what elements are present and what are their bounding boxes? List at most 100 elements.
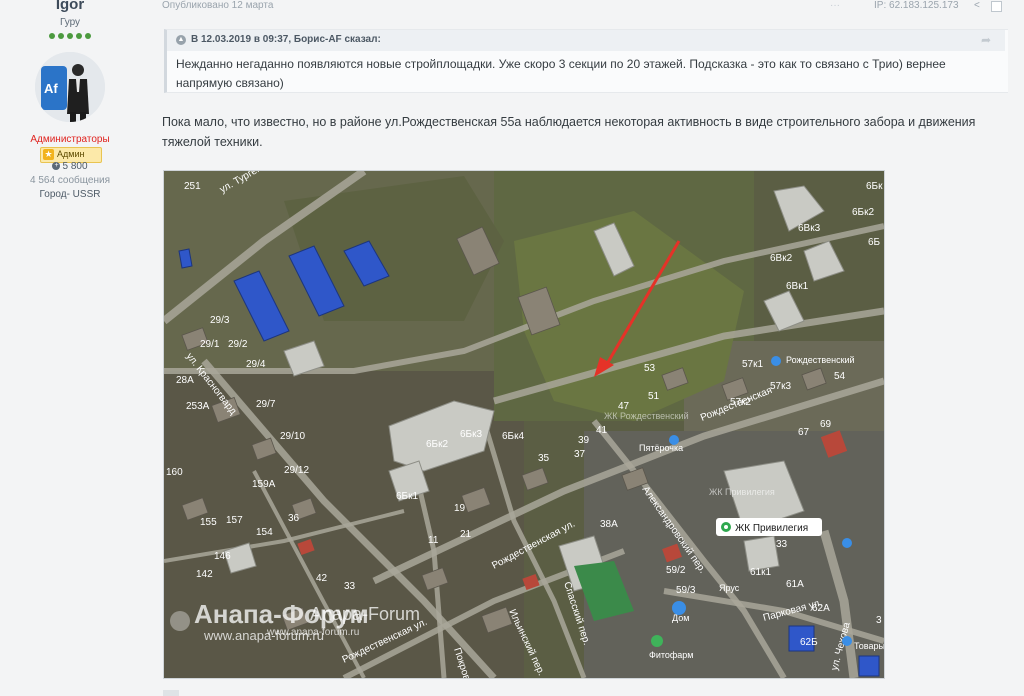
house-number: 36 xyxy=(288,513,300,524)
house-number: 39 xyxy=(578,435,590,446)
house-number: 57к1 xyxy=(742,359,763,370)
author-city: Город- USSR xyxy=(39,189,101,200)
author-rank: Гуру xyxy=(59,17,81,28)
house-number: 29/4 xyxy=(246,359,266,370)
house-number: 41 xyxy=(596,425,608,436)
poi-label: ЖК Рождественский xyxy=(604,411,689,421)
poi-label: Пятёрочка xyxy=(639,443,683,453)
report-button[interactable]: ··· xyxy=(830,0,840,11)
house-number: 253А xyxy=(186,401,210,412)
poi-label: Рождественский xyxy=(786,355,855,365)
house-number: 33 xyxy=(776,539,788,550)
map-pin-icon xyxy=(651,635,663,647)
admin-badge-label: Админ xyxy=(57,149,85,159)
watermark-subtitle: Anapa-Forum xyxy=(310,604,420,624)
author-group: Администраторы xyxy=(30,134,110,145)
chevron-up-icon[interactable]: ▲ xyxy=(176,35,186,45)
select-post-checkbox[interactable] xyxy=(991,1,1002,12)
reputation-value: 5 800 xyxy=(62,161,88,172)
next-content-stub xyxy=(163,690,179,696)
watermark-url: www.anapa-forum.ru xyxy=(266,627,359,638)
rank-pip xyxy=(67,33,73,39)
house-number: 154 xyxy=(256,527,273,538)
avatar[interactable]: Af xyxy=(35,52,105,122)
house-number: 28А xyxy=(176,375,194,386)
house-number: 57к3 xyxy=(770,381,791,392)
house-number: 69 xyxy=(820,419,832,430)
plus-icon: + xyxy=(52,162,61,171)
house-number: 61к1 xyxy=(750,567,771,578)
house-number: 157 xyxy=(226,515,243,526)
house-number: 6Вк3 xyxy=(798,223,821,234)
house-number: 6Бк4 xyxy=(502,431,524,442)
quote-header: ▲ В 12.03.2019 в 09:37, Борис-AF сказал:… xyxy=(167,30,1005,51)
house-number: 11 xyxy=(428,535,439,546)
avatar-logo-text: Af xyxy=(44,81,58,96)
house-number: 146 xyxy=(214,551,231,562)
house-number: 57к2 xyxy=(730,397,751,408)
post-date[interactable]: Опубликовано 12 марта xyxy=(162,0,273,11)
house-number: 159А xyxy=(252,479,276,490)
house-number: 21 xyxy=(460,529,472,540)
house-number: 38А xyxy=(600,519,618,530)
house-number: 35 xyxy=(538,453,550,464)
goto-post-icon[interactable]: ➦ xyxy=(981,33,991,47)
poi-label: Фитофарм xyxy=(649,650,694,660)
house-number: 29/3 xyxy=(210,315,230,326)
house-number: 33 xyxy=(344,581,356,592)
house-number: 6Вк2 xyxy=(770,253,793,264)
post-body: Пока мало, что известно, но в районе ул.… xyxy=(162,115,976,149)
house-number: 54 xyxy=(834,371,846,382)
star-icon: ★ xyxy=(43,149,54,160)
house-number: 3 xyxy=(876,615,882,626)
house-number: 6Бк3 xyxy=(460,429,482,440)
house-number: 6Б xyxy=(868,237,881,248)
quote-text: Нежданно негаданно появляются новые стро… xyxy=(176,57,946,90)
satellite-map-image[interactable]: ул. Тургене ул. Красногвард Рождественск… xyxy=(163,170,885,679)
house-number: 47 xyxy=(618,401,630,412)
house-number: 67 xyxy=(798,427,810,438)
quote-citation[interactable]: В 12.03.2019 в 09:37, Борис-AF сказал: xyxy=(191,34,381,45)
house-number: 6Бк2 xyxy=(852,207,874,218)
house-number: 29/10 xyxy=(280,431,305,442)
house-number: 6Бк xyxy=(866,181,883,192)
house-number: 62Б xyxy=(800,637,818,648)
author-panel: Igor Гуру Af Администраторы ★ Админ +5 8… xyxy=(0,0,140,696)
rank-pip xyxy=(49,33,55,39)
house-number: 142 xyxy=(196,569,213,580)
house-number: 6Бк2 xyxy=(426,439,448,450)
house-number: 62А xyxy=(812,603,830,614)
map-pin-icon xyxy=(672,601,686,615)
poi-label: ЖК Привилегия xyxy=(709,487,775,497)
house-number: 155 xyxy=(200,517,217,528)
house-number: 6Вк1 xyxy=(786,281,809,292)
house-number: 51 xyxy=(648,391,660,402)
house-number: 42 xyxy=(316,573,328,584)
poi-callout-label: ЖК Привилегия xyxy=(735,523,808,534)
house-number: 61А xyxy=(786,579,804,590)
house-number: 59/3 xyxy=(676,585,696,596)
avatar-image: Af xyxy=(35,52,105,122)
house-number: 29/2 xyxy=(228,339,248,350)
house-number: 251 xyxy=(184,181,201,192)
house-number: 19 xyxy=(454,503,466,514)
map-pin-icon xyxy=(669,435,679,445)
house-number: 29/1 xyxy=(200,339,220,350)
house-number: 29/12 xyxy=(284,465,309,476)
reputation: +5 800 xyxy=(0,161,140,172)
map-canvas: ул. Тургене ул. Красногвард Рождественск… xyxy=(164,171,884,678)
map-pin-icon xyxy=(842,538,852,548)
author-name[interactable]: Igor xyxy=(0,0,140,13)
rank-pip xyxy=(76,33,82,39)
house-number: 6Бк1 xyxy=(396,491,418,502)
rank-pips xyxy=(49,33,91,40)
poi-label: Ярус xyxy=(719,583,740,593)
rank-pip xyxy=(85,33,91,39)
share-icon[interactable]: < xyxy=(974,0,980,11)
post-count: 4 564 сообщения xyxy=(30,175,110,186)
poi-label: Товары xyxy=(854,641,884,651)
house-number: 29/7 xyxy=(256,399,276,410)
post-tools: ··· IP: 62.183.125.173 < xyxy=(830,0,1010,12)
map-pin-icon xyxy=(771,356,781,366)
house-number: 37 xyxy=(574,449,586,460)
